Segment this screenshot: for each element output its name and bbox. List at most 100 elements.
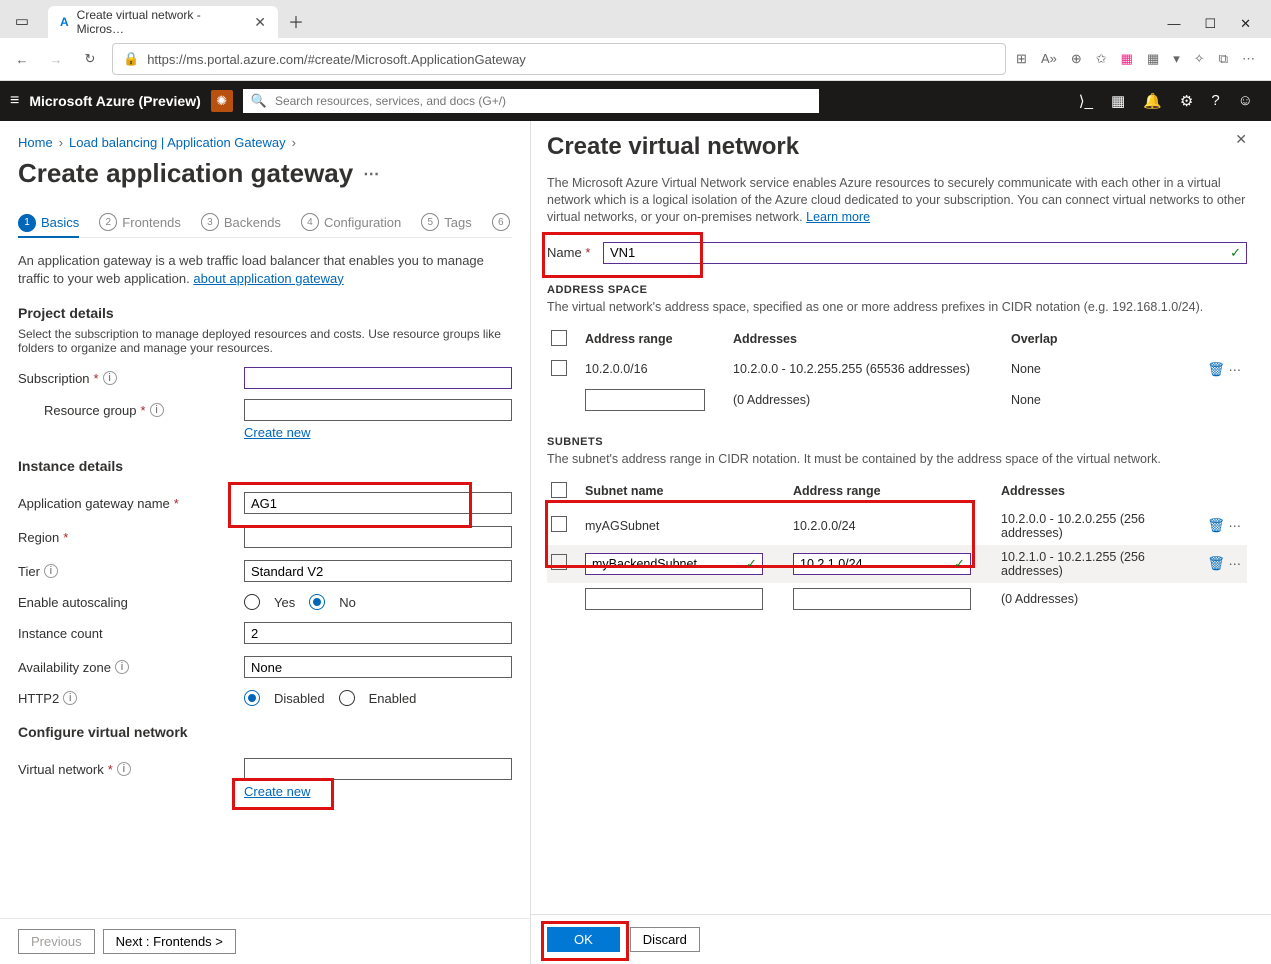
info-icon[interactable]: i: [115, 660, 129, 674]
subnet-range-input[interactable]: [793, 553, 971, 575]
notifications-icon[interactable]: 🔔: [1143, 92, 1162, 110]
breadcrumb: Home › Load balancing | Application Gate…: [18, 135, 512, 150]
azure-search[interactable]: 🔍: [243, 89, 819, 113]
feedback-icon[interactable]: ☺: [1238, 92, 1253, 110]
info-icon[interactable]: i: [63, 691, 77, 705]
app-icon[interactable]: ⊞: [1016, 51, 1027, 67]
address-space-table: Address range Addresses Overlap 10.2.0.0…: [547, 324, 1247, 416]
panel-close-icon[interactable]: ✕: [1235, 131, 1247, 148]
window-minimize-icon[interactable]: —: [1167, 16, 1180, 32]
browser-tab[interactable]: A Create virtual network - Micros… ✕: [48, 6, 278, 38]
more-actions-icon[interactable]: ⋯: [363, 164, 379, 184]
resource-group-label: Resource group * i: [44, 403, 244, 418]
row-more-icon[interactable]: ⋯: [1229, 557, 1244, 571]
table-row: (0 Addresses): [547, 583, 1247, 615]
select-all-checkbox[interactable]: [551, 482, 567, 498]
row-checkbox[interactable]: [551, 516, 567, 532]
project-details-heading: Project details: [18, 305, 512, 321]
tab-close-icon[interactable]: ✕: [254, 14, 266, 31]
ok-button[interactable]: OK: [547, 927, 620, 952]
select-all-checkbox[interactable]: [551, 330, 567, 346]
preview-badge-icon[interactable]: ✺: [211, 90, 233, 112]
ext2-icon[interactable]: ▦: [1147, 51, 1159, 67]
directories-icon[interactable]: ▦: [1111, 92, 1125, 110]
instance-count-input[interactable]: [244, 622, 512, 644]
http2-disabled-radio[interactable]: [244, 690, 260, 706]
delete-icon[interactable]: 🗑: [1207, 555, 1225, 571]
create-new-vnet-link[interactable]: Create new: [244, 784, 310, 799]
next-button[interactable]: Next : Frontends >: [103, 929, 236, 954]
more-icon[interactable]: ⋯: [1242, 51, 1255, 67]
subnet-name-input[interactable]: [585, 553, 763, 575]
row-more-icon[interactable]: ⋯: [1229, 519, 1244, 533]
back-button[interactable]: ←: [10, 47, 34, 71]
step-backends[interactable]: 3Backends: [201, 213, 281, 231]
row-checkbox[interactable]: [551, 360, 567, 376]
breadcrumb-home[interactable]: Home: [18, 135, 53, 150]
row-more-icon[interactable]: ⋯: [1229, 363, 1244, 377]
window-close-icon[interactable]: ✕: [1240, 16, 1251, 32]
step-label: Basics: [41, 215, 79, 230]
tab-actions-icon[interactable]: ▭: [8, 7, 36, 35]
step-frontends[interactable]: 2Frontends: [99, 213, 181, 231]
url-bar[interactable]: 🔒 https://ms.portal.azure.com/#create/Mi…: [112, 43, 1006, 75]
azure-brand[interactable]: Microsoft Azure (Preview): [29, 93, 200, 109]
menu-icon[interactable]: ≡: [10, 92, 19, 110]
page-title: Create application gateway ⋯: [18, 158, 512, 189]
row-checkbox[interactable]: [551, 554, 567, 570]
autoscale-yes-radio[interactable]: [244, 594, 260, 610]
step-basics[interactable]: 1Basics: [18, 213, 79, 238]
window-maximize-icon[interactable]: ☐: [1204, 16, 1216, 32]
collections-icon[interactable]: ⧉: [1219, 51, 1228, 67]
panel-description: The Microsoft Azure Virtual Network serv…: [547, 175, 1247, 226]
site-info-icon[interactable]: 🔒: [123, 51, 139, 67]
info-icon[interactable]: i: [44, 564, 58, 578]
zoom-icon[interactable]: ⊕: [1071, 51, 1082, 67]
step-label: Frontends: [122, 215, 181, 230]
instance-count-label: Instance count: [18, 626, 244, 641]
vnet-name-input[interactable]: [603, 242, 1247, 264]
delete-icon[interactable]: 🗑: [1207, 361, 1225, 377]
read-aloud-icon[interactable]: A»: [1041, 51, 1057, 67]
resource-group-input[interactable]: [244, 399, 512, 421]
autoscale-label: Enable autoscaling: [18, 595, 244, 610]
step-tags[interactable]: 5Tags: [421, 213, 471, 231]
refresh-button[interactable]: ↻: [78, 47, 102, 71]
autoscale-no-radio[interactable]: [309, 594, 325, 610]
subscription-input[interactable]: [244, 367, 512, 389]
vnet-input[interactable]: [244, 758, 512, 780]
browser-titlebar: ▭ A Create virtual network - Micros… ✕ ＋…: [0, 0, 1271, 38]
region-input[interactable]: [244, 526, 512, 548]
info-icon[interactable]: i: [150, 403, 164, 417]
cell-subnet-addresses: (0 Addresses): [997, 583, 1189, 615]
extensions-icon[interactable]: ✧: [1194, 51, 1205, 67]
availability-zone-input[interactable]: [244, 656, 512, 678]
app-gw-name-input[interactable]: [244, 492, 512, 514]
new-subnet-range-input[interactable]: [793, 588, 971, 610]
settings-icon[interactable]: ⚙: [1180, 92, 1193, 110]
http2-enabled-radio[interactable]: [339, 690, 355, 706]
learn-more-link[interactable]: Learn more: [806, 210, 870, 224]
new-range-input[interactable]: [585, 389, 705, 411]
info-icon[interactable]: i: [103, 371, 117, 385]
wizard-footer: Previous Next : Frontends >: [0, 918, 530, 964]
help-icon[interactable]: ?: [1211, 92, 1219, 110]
new-subnet-name-input[interactable]: [585, 588, 763, 610]
breadcrumb-lb[interactable]: Load balancing | Application Gateway: [69, 135, 286, 150]
create-new-rg-link[interactable]: Create new: [244, 425, 310, 440]
delete-icon[interactable]: 🗑: [1207, 517, 1225, 533]
address-space-desc: The virtual network's address space, spe…: [547, 300, 1247, 314]
about-link[interactable]: about application gateway: [193, 271, 343, 286]
tier-input[interactable]: [244, 560, 512, 582]
ext3-icon[interactable]: ▾: [1173, 51, 1180, 67]
step-review[interactable]: 6: [492, 213, 510, 231]
info-icon[interactable]: i: [117, 762, 131, 776]
favorites-icon[interactable]: ✩: [1096, 51, 1107, 67]
cloud-shell-icon[interactable]: ⟩_: [1079, 92, 1093, 110]
browser-toolbar: ← → ↻ 🔒 https://ms.portal.azure.com/#cre…: [0, 38, 1271, 81]
ext1-icon[interactable]: ▦: [1121, 51, 1133, 67]
new-tab-button[interactable]: ＋: [282, 7, 310, 35]
azure-search-input[interactable]: [273, 93, 811, 109]
step-configuration[interactable]: 4Configuration: [301, 213, 401, 231]
discard-button[interactable]: Discard: [630, 927, 700, 952]
